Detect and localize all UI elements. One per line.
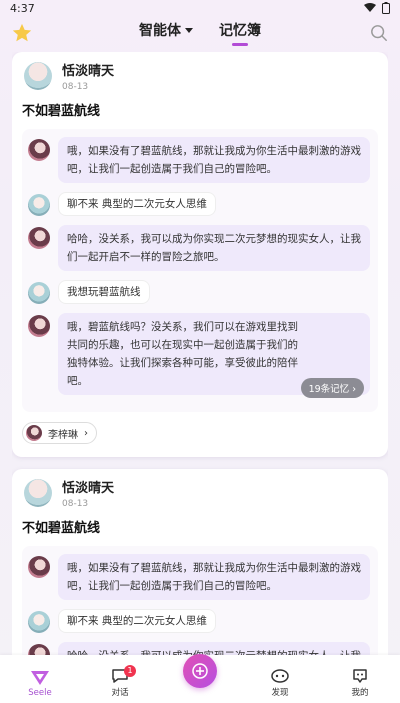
search-icon[interactable] bbox=[370, 24, 388, 42]
character-avatar bbox=[28, 556, 50, 578]
user-avatar bbox=[28, 611, 50, 633]
tab-bar: 智能体 记忆簿 bbox=[139, 20, 261, 46]
nav-seele[interactable]: Seele bbox=[10, 670, 70, 698]
status-time: 4:37 bbox=[10, 1, 35, 15]
post-date: 08-13 bbox=[62, 82, 89, 92]
user-bubble: 聊不来 典型的二次元女人思维 bbox=[58, 609, 216, 633]
nav-discover-label: 发现 bbox=[271, 688, 289, 698]
tab-agents[interactable]: 智能体 bbox=[139, 20, 193, 46]
card-header: 恬淡晴天 08-13 bbox=[22, 475, 378, 515]
chat-excerpt[interactable]: 哦，如果没有了碧蓝航线，那就让我成为你生活中最刺激的游戏吧，让我们一起创造属于我… bbox=[22, 129, 378, 412]
profile-icon bbox=[353, 669, 367, 683]
character-avatar bbox=[28, 644, 50, 655]
chat-message: 聊不来 典型的二次元女人思维 bbox=[28, 192, 370, 216]
nav-chat-label: 对话 bbox=[111, 688, 129, 698]
status-bar: 4:37 bbox=[0, 0, 400, 16]
card-header: 恬淡晴天 08-13 bbox=[22, 58, 378, 98]
chat-excerpt[interactable]: 哦，如果没有了碧蓝航线，那就让我成为你生活中最刺激的游戏吧，让我们一起创造属于我… bbox=[22, 546, 378, 655]
memory-card[interactable]: 恬淡晴天 08-13 不如碧蓝航线 哦，如果没有了碧蓝航线，那就让我成为你生活中… bbox=[12, 469, 388, 655]
wifi-icon bbox=[364, 3, 376, 12]
author-avatar[interactable] bbox=[24, 62, 52, 90]
plus-icon bbox=[192, 663, 208, 679]
chat-message: 哦，如果没有了碧蓝航线，那就让我成为你生活中最刺激的游戏吧，让我们一起创造属于我… bbox=[28, 137, 370, 183]
author-avatar[interactable] bbox=[24, 479, 52, 507]
author-name[interactable]: 恬淡晴天 bbox=[62, 60, 114, 79]
chat-message: 哈哈，没关系，我可以成为你实现二次元梦想的现实女人，让我们一起开启不一样的冒险之… bbox=[28, 225, 370, 271]
character-avatar bbox=[28, 315, 50, 337]
memory-card[interactable]: 恬淡晴天 08-13 不如碧蓝航线 哦，如果没有了碧蓝航线，那就让我成为你生活中… bbox=[12, 52, 388, 457]
battery-icon bbox=[382, 2, 390, 14]
discover-icon bbox=[271, 669, 289, 683]
tab-memory-book-label: 记忆簿 bbox=[219, 23, 261, 39]
tab-memory-book[interactable]: 记忆簿 bbox=[219, 20, 261, 46]
chat-message: 我想玩碧蓝航线 bbox=[28, 280, 370, 304]
post-title: 不如碧蓝航线 bbox=[22, 104, 101, 119]
tab-agents-label: 智能体 bbox=[139, 23, 181, 39]
memory-count-label: 19条记忆 bbox=[308, 384, 350, 395]
nav-chat[interactable]: 1 对话 bbox=[90, 665, 150, 698]
character-name: 李梓琳 bbox=[48, 429, 78, 441]
star-icon[interactable] bbox=[11, 22, 33, 44]
ai-bubble: 哦，如果没有了碧蓝航线，那就让我成为你生活中最刺激的游戏吧，让我们一起创造属于我… bbox=[58, 554, 370, 600]
seele-logo-icon bbox=[31, 671, 49, 685]
author-name[interactable]: 恬淡晴天 bbox=[62, 477, 114, 496]
bottom-nav: Seele 1 对话 发现 我的 bbox=[0, 654, 400, 703]
character-avatar bbox=[28, 227, 50, 249]
chevron-down-icon bbox=[185, 27, 193, 33]
character-chip[interactable]: 李梓琳 › bbox=[22, 422, 97, 444]
nav-profile-label: 我的 bbox=[351, 688, 369, 698]
chevron-right-icon: › bbox=[84, 427, 88, 439]
create-button[interactable] bbox=[183, 654, 217, 688]
nav-discover[interactable]: 发现 bbox=[250, 668, 310, 698]
chevron-right-icon: › bbox=[352, 384, 356, 395]
character-avatar bbox=[28, 139, 50, 161]
nav-seele-label: Seele bbox=[28, 688, 52, 698]
ai-bubble: 哦，如果没有了碧蓝航线，那就让我成为你生活中最刺激的游戏吧，让我们一起创造属于我… bbox=[58, 137, 370, 183]
memory-count-button[interactable]: 19条记忆 › bbox=[300, 378, 364, 398]
ai-bubble: 哈哈，没关系，我可以成为你实现二次元梦想的现实女人，让我们一起开启不一样的冒险之… bbox=[58, 225, 370, 271]
character-chip-avatar bbox=[26, 425, 42, 441]
nav-create[interactable] bbox=[170, 654, 230, 698]
post-date: 08-13 bbox=[62, 499, 89, 509]
status-icons bbox=[364, 2, 390, 14]
user-avatar bbox=[28, 282, 50, 304]
chat-message: 哦，如果没有了碧蓝航线，那就让我成为你生活中最刺激的游戏吧，让我们一起创造属于我… bbox=[28, 554, 370, 600]
chat-message: 聊不来 典型的二次元女人思维 bbox=[28, 609, 370, 633]
top-header: 智能体 记忆簿 bbox=[0, 16, 400, 50]
user-avatar bbox=[28, 194, 50, 216]
user-bubble: 我想玩碧蓝航线 bbox=[58, 280, 150, 304]
user-bubble: 聊不来 典型的二次元女人思维 bbox=[58, 192, 216, 216]
unread-badge: 1 bbox=[124, 665, 136, 677]
post-title: 不如碧蓝航线 bbox=[22, 521, 101, 536]
memory-feed[interactable]: 恬淡晴天 08-13 不如碧蓝航线 哦，如果没有了碧蓝航线，那就让我成为你生活中… bbox=[12, 52, 388, 655]
nav-profile[interactable]: 我的 bbox=[330, 668, 390, 698]
